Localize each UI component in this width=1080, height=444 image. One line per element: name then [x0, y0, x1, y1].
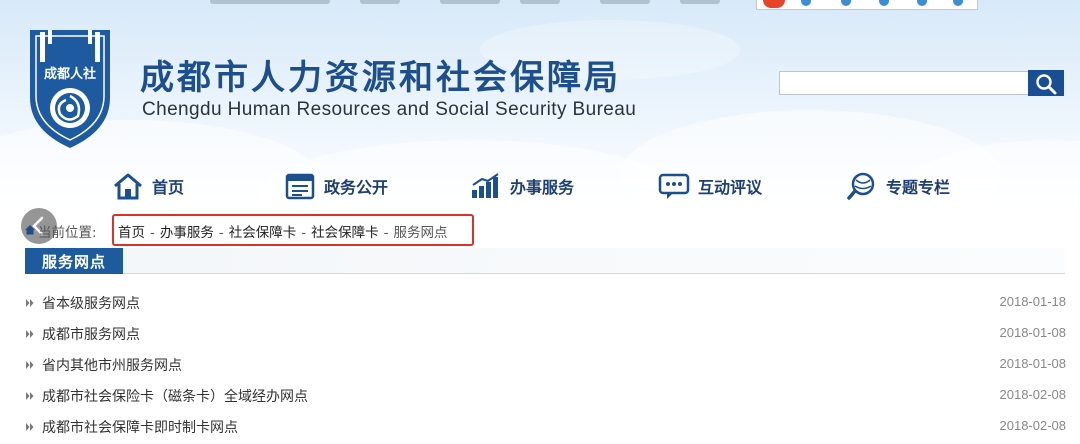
list-item-title[interactable]: 成都市社会保险卡（磁条卡）全域经办网点 — [42, 386, 308, 406]
list-item[interactable]: 成都市社会保障卡即时制卡网点 2018-02-08 — [0, 412, 1080, 442]
home-icon — [114, 173, 142, 200]
list-item-date: 2018-02-08 — [999, 418, 1067, 433]
bureau-logo-icon[interactable]: 成都人社 — [24, 26, 116, 150]
list-item-date: 2018-01-08 — [999, 325, 1067, 340]
magnifier-globe-icon — [847, 172, 875, 200]
chat-icon — [658, 173, 690, 199]
nav-topics[interactable]: 专题专栏 — [846, 168, 950, 204]
nav-interaction[interactable]: 互动评议 — [658, 168, 762, 204]
nav-services-label: 办事服务 — [510, 178, 575, 197]
search-icon — [1036, 74, 1057, 95]
breadcrumb-separator: - — [218, 225, 224, 241]
site-title-en: Chengdu Human Resources and Social Secur… — [142, 99, 637, 120]
logo-text: 成都人社 — [44, 66, 96, 82]
bar-chart-icon — [472, 173, 499, 198]
bullet-arrow-icon — [26, 299, 34, 307]
main-nav: 首页 政务公开 办事服务 互动评议 专题专栏 — [0, 168, 1080, 204]
list-item[interactable]: 省本级服务网点 2018-01-18 — [0, 288, 1080, 318]
bullet-arrow-icon — [26, 330, 34, 338]
search-button[interactable] — [1028, 70, 1064, 96]
list-item-date: 2018-02-08 — [999, 387, 1067, 402]
nav-home-label: 首页 — [152, 178, 185, 197]
document-icon — [285, 173, 315, 200]
breadcrumb-social-card[interactable]: 社会保障卡 — [229, 225, 297, 241]
list-item-title[interactable]: 省本级服务网点 — [42, 293, 140, 313]
list-item[interactable]: 省内其他市州服务网点 2018-01-08 — [0, 350, 1080, 380]
breadcrumb-home[interactable]: 首页 — [118, 225, 145, 241]
nav-gov-info[interactable]: 政务公开 — [284, 168, 388, 204]
section-title: 服务网点 — [25, 248, 123, 274]
nav-gov-info-label: 政务公开 — [324, 178, 389, 197]
nav-topics-label: 专题专栏 — [886, 178, 951, 197]
bullet-arrow-icon — [26, 392, 34, 400]
list-item-title[interactable]: 成都市服务网点 — [42, 324, 140, 344]
nav-home[interactable]: 首页 — [112, 168, 184, 204]
list-item-title[interactable]: 省内其他市州服务网点 — [42, 355, 182, 375]
breadcrumb-separator: - — [150, 225, 155, 241]
list-item-date: 2018-01-08 — [999, 356, 1067, 371]
list-item[interactable]: 成都市服务网点 2018-01-08 — [0, 319, 1080, 349]
breadcrumb-social-card-sub[interactable]: 社会保障卡 — [311, 225, 379, 241]
search-input[interactable] — [779, 71, 1029, 95]
site-title-cn: 成都市人力资源和社会保障局 — [140, 58, 621, 98]
list-item[interactable]: 成都市社会保险卡（磁条卡）全域经办网点 2018-02-08 — [0, 381, 1080, 411]
nav-interaction-label: 互动评议 — [698, 178, 763, 197]
breadcrumb-services[interactable]: 办事服务 — [160, 225, 214, 241]
breadcrumb-home-icon — [25, 225, 35, 235]
breadcrumb-current: 服务网点 — [393, 225, 448, 241]
breadcrumb-label: 当前位置: — [38, 225, 97, 241]
top-toolbar-icons[interactable] — [756, 0, 978, 10]
list-item-date: 2018-01-18 — [999, 294, 1067, 309]
bullet-arrow-icon — [26, 423, 34, 431]
breadcrumb-separator: - — [383, 225, 389, 241]
nav-services[interactable]: 办事服务 — [470, 168, 574, 204]
section-header-bar — [25, 248, 1065, 274]
breadcrumb: 首页 - 办事服务 - 社会保障卡 - 社会保障卡 - 服务网点 — [118, 221, 448, 241]
bullet-arrow-icon — [26, 361, 34, 369]
breadcrumb-separator: - — [301, 225, 307, 241]
list-item-title[interactable]: 成都市社会保障卡即时制卡网点 — [42, 417, 238, 437]
